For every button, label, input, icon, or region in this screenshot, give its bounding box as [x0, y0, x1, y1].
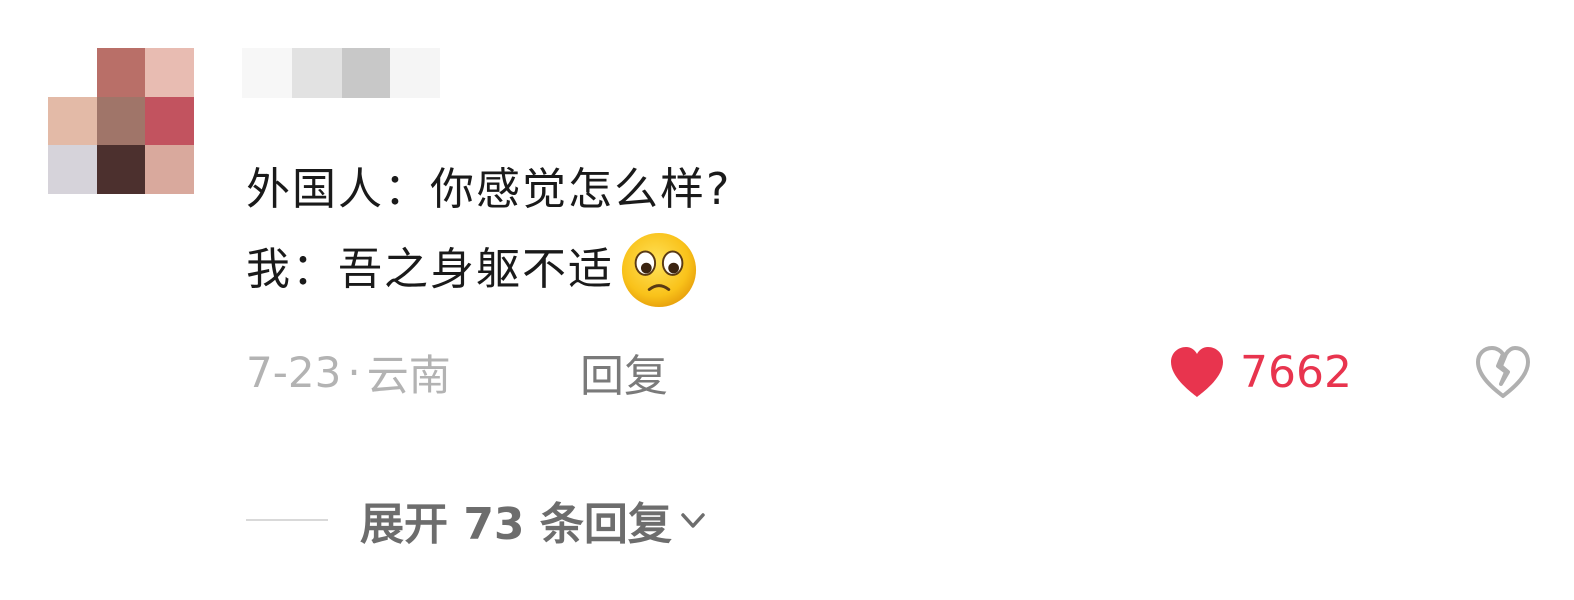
worried-face-icon — [621, 232, 697, 308]
broken-heart-icon — [1476, 346, 1530, 398]
username-block — [390, 48, 440, 98]
comment-text: 外国人：你感觉怎么样? 我：吾之身躯不适 — [246, 150, 731, 310]
avatar-pixel — [48, 48, 97, 97]
avatar-pixel — [145, 96, 194, 146]
expand-replies-label: 展开 73 条回复 — [360, 499, 672, 550]
comment-line-2: 我：吾之身躯不适 — [246, 230, 731, 310]
meta-separator: · — [347, 347, 361, 397]
avatar-pixel — [145, 48, 194, 97]
heart-icon — [1171, 347, 1223, 397]
username-block — [242, 48, 292, 98]
avatar-pixel — [96, 48, 146, 97]
username-block — [342, 48, 390, 98]
expand-replies-button[interactable]: 展开 73 条回复 — [360, 488, 708, 552]
avatar-pixel — [48, 96, 97, 146]
comment-meta: 7-23 · 云南 — [246, 342, 451, 402]
like-count: 7662 — [1240, 346, 1352, 398]
comment-line-2-text: 我：吾之身躯不适 — [246, 244, 614, 295]
chevron-down-icon — [681, 513, 705, 528]
divider-line — [246, 519, 328, 521]
avatar-pixel — [145, 145, 194, 194]
username-block — [292, 48, 342, 98]
comment-location: 云南 — [366, 350, 451, 400]
comment-date: 7-23 — [246, 347, 342, 397]
expand-replies: 展开 73 条回复 — [246, 490, 708, 550]
username-blurred[interactable] — [242, 48, 440, 98]
comment-line-1: 外国人：你感觉怎么样? — [246, 164, 732, 215]
dislike-button[interactable] — [1474, 344, 1532, 402]
like-button[interactable]: 7662 — [1168, 338, 1352, 406]
reply-button[interactable]: 回复 — [580, 342, 668, 402]
avatar-pixel — [96, 145, 146, 194]
avatar[interactable] — [48, 48, 194, 194]
avatar-pixel — [96, 96, 146, 146]
avatar-pixel — [48, 145, 97, 194]
